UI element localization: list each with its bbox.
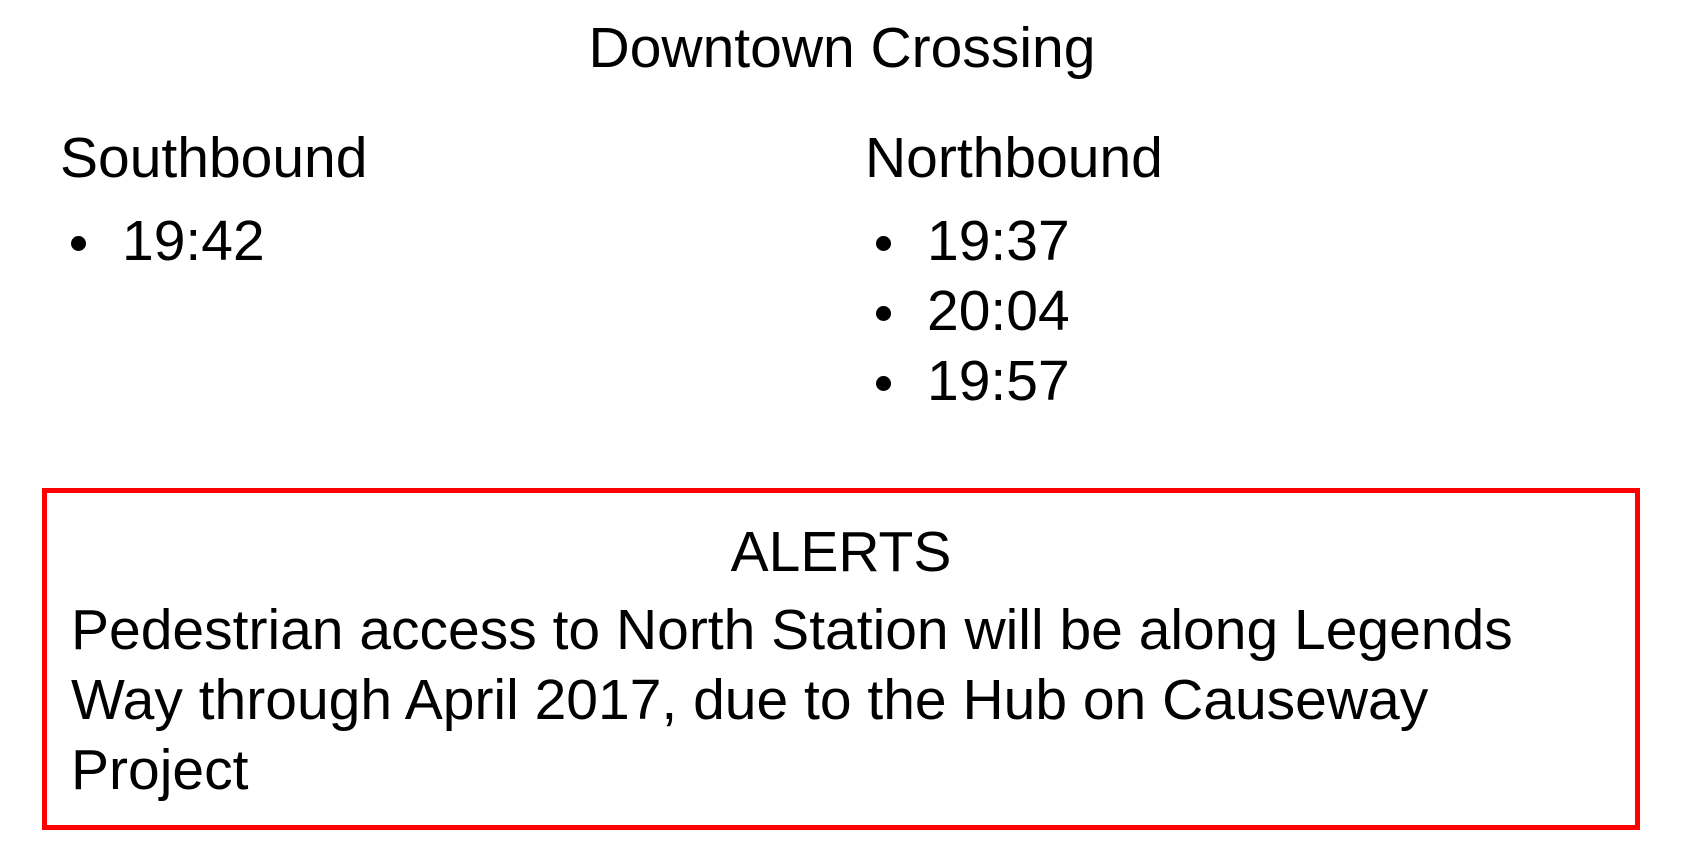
- alerts-title: ALERTS: [730, 520, 952, 584]
- departure-time-item: 19:57: [865, 346, 1163, 416]
- bullet-icon: [876, 306, 891, 321]
- southbound-section: Southbound 19:42: [60, 124, 367, 276]
- departure-time: 19:37: [927, 209, 1070, 273]
- southbound-times-list: 19:42: [60, 206, 367, 276]
- departure-time: 20:04: [927, 279, 1070, 343]
- alert-message: Pedestrian access to North Station will …: [71, 598, 1513, 802]
- northbound-times-list: 19:37 20:04 19:57: [865, 206, 1163, 416]
- bullet-icon: [71, 236, 86, 251]
- northbound-heading: Northbound: [865, 126, 1163, 190]
- departure-time-item: 19:42: [60, 206, 367, 276]
- departure-time: 19:42: [122, 209, 265, 273]
- alerts-box: ALERTS Pedestrian access to North Statio…: [42, 488, 1640, 830]
- bullet-icon: [876, 236, 891, 251]
- station-title: Downtown Crossing: [588, 16, 1096, 80]
- bullet-icon: [876, 376, 891, 391]
- departure-time-item: 20:04: [865, 276, 1163, 346]
- southbound-heading: Southbound: [60, 126, 368, 190]
- departure-time: 19:57: [927, 349, 1070, 413]
- departure-time-item: 19:37: [865, 206, 1163, 276]
- northbound-section: Northbound 19:37 20:04 19:57: [865, 124, 1163, 416]
